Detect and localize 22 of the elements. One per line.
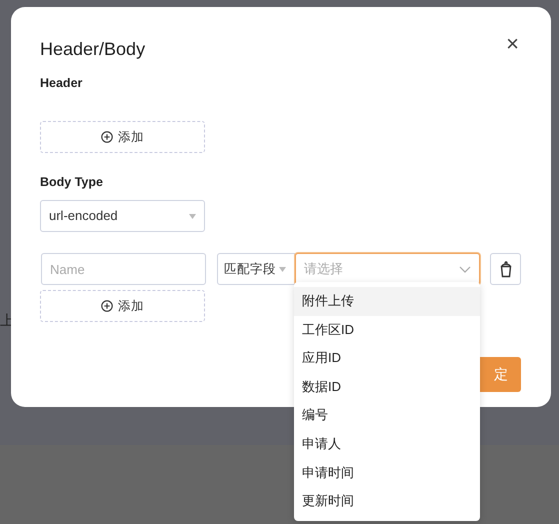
dropdown-option[interactable]: 附件上传 bbox=[294, 287, 480, 316]
dropdown-option[interactable]: 申请人 bbox=[294, 430, 480, 459]
chevron-down-icon bbox=[459, 266, 472, 272]
dropdown-option[interactable]: 工作区ID bbox=[294, 316, 480, 344]
dropdown-option[interactable]: 更新时间 bbox=[294, 487, 480, 516]
plus-circle-icon bbox=[101, 131, 113, 143]
plus-circle-icon bbox=[101, 300, 113, 312]
body-type-select[interactable]: url-encoded bbox=[40, 200, 205, 232]
section-label: Body Type bbox=[40, 174, 104, 191]
caret-icon bbox=[189, 214, 196, 218]
trash-icon bbox=[500, 260, 512, 278]
delete-button[interactable] bbox=[490, 253, 521, 285]
add-button[interactable]: 添加 bbox=[40, 121, 205, 153]
dialog-title: Header/Body bbox=[40, 38, 146, 61]
match-type-select[interactable]: 匹配字段 bbox=[217, 253, 295, 285]
section-label: Header bbox=[40, 75, 84, 92]
dropdown-option[interactable]: 编号 bbox=[294, 401, 480, 430]
add-button[interactable]: 添加 bbox=[40, 290, 205, 322]
close-button[interactable]: × bbox=[506, 33, 519, 55]
dropdown-option[interactable]: 申请时间 bbox=[294, 458, 480, 488]
name-field[interactable]: Name bbox=[41, 253, 206, 285]
caret-icon bbox=[279, 266, 286, 272]
